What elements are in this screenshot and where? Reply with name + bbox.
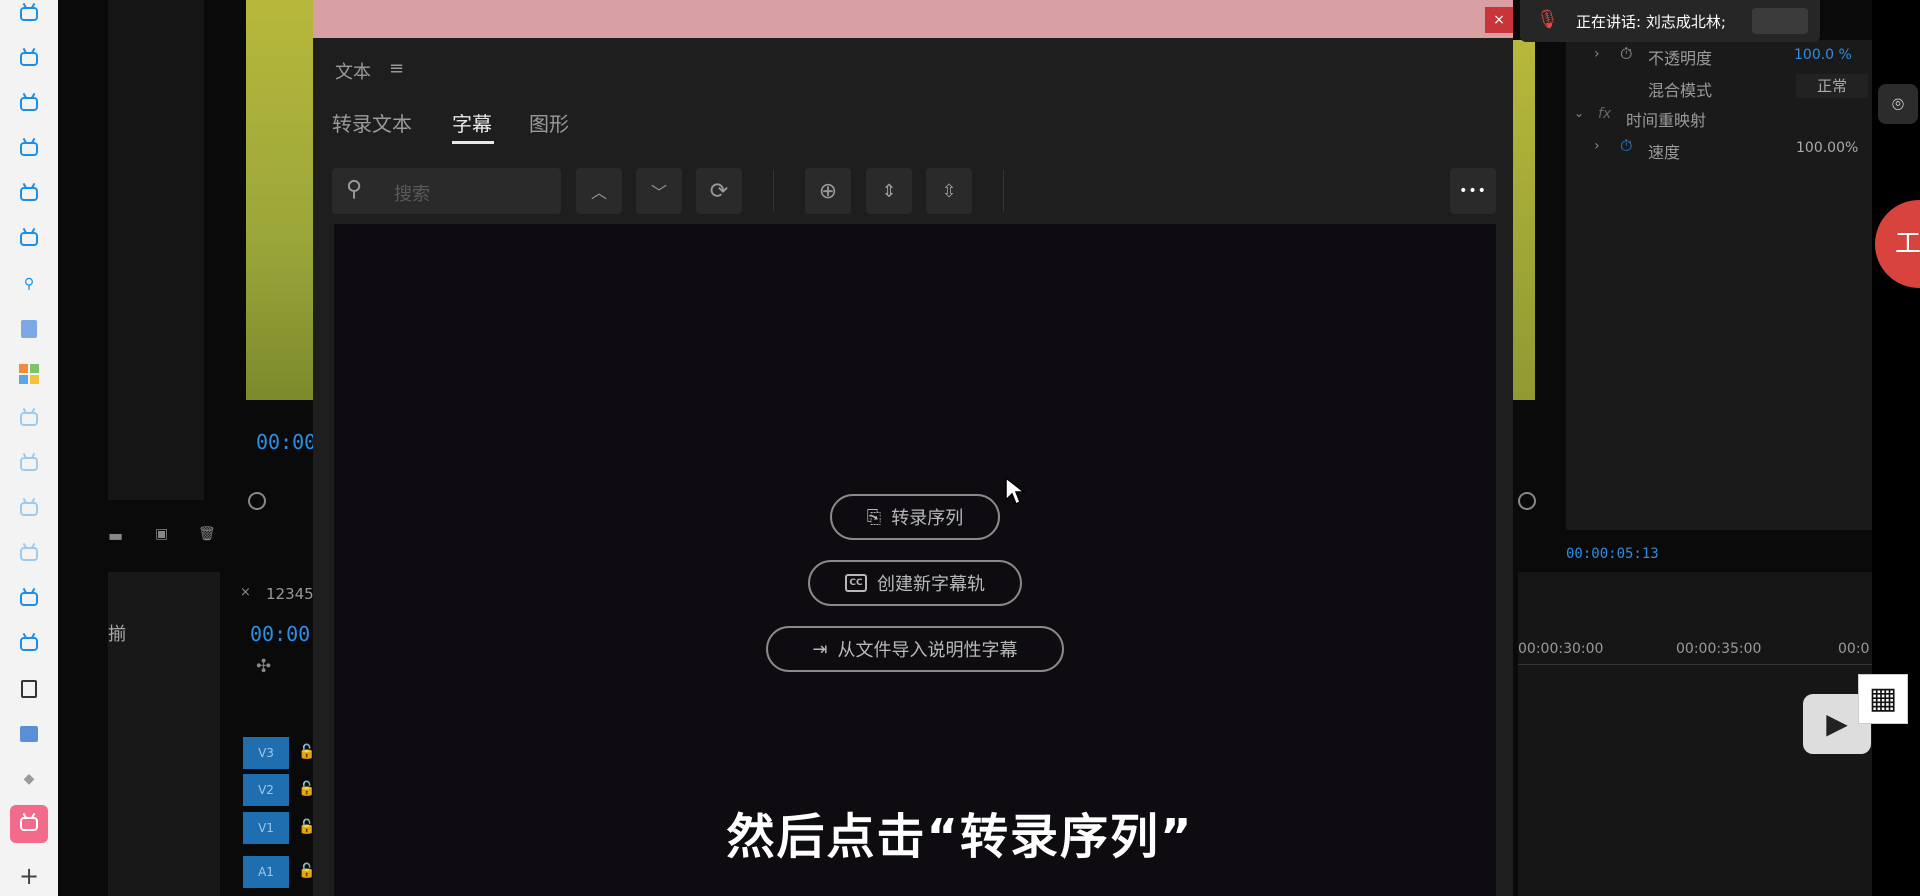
tab-transcript[interactable]: 转录文本 — [332, 108, 412, 137]
blend-mode-label: 混合模式 — [1648, 81, 1713, 100]
sequence-tab[interactable]: 12345 — [266, 585, 314, 603]
speaker-avatars — [1752, 8, 1808, 34]
calendar-icon[interactable] — [17, 722, 41, 746]
opacity-label: 不透明度 — [1648, 49, 1713, 68]
collapse-chevron-icon[interactable]: ⌄ — [1574, 106, 1584, 120]
transcribe-icon: ⎘ — [866, 506, 882, 528]
import-captions-button[interactable]: ⇥ 从文件导入说明性字幕 — [766, 626, 1064, 672]
search-box[interactable]: ⚲ 搜索 — [332, 168, 561, 214]
bilibili-icon[interactable] — [17, 452, 41, 476]
effect-controls-panel — [1566, 40, 1872, 530]
opacity-value[interactable]: 100.0 % — [1794, 47, 1852, 63]
merge-caption-button[interactable]: ⇳ — [926, 168, 972, 214]
snap-icon[interactable]: ✣ — [256, 656, 271, 677]
add-icon[interactable]: + — [17, 864, 41, 888]
speed-value[interactable]: 100.00% — [1796, 140, 1858, 156]
stopwatch-icon[interactable]: ⏱ — [1620, 136, 1632, 156]
speed-label: 速度 — [1648, 143, 1681, 162]
ruler-tick: 00:00:35:00 — [1676, 641, 1762, 657]
ruler-tick: 00:0 — [1838, 641, 1870, 657]
close-button[interactable]: × — [1485, 7, 1513, 33]
toolbar-divider — [1003, 170, 1004, 212]
speaking-notification: 🎙 正在讲话: 刘志成北林; — [1520, 0, 1820, 42]
expand-chevron-icon[interactable]: › — [1594, 138, 1600, 154]
search-placeholder: 搜索 — [394, 184, 430, 205]
panel-title: 文本 — [335, 62, 371, 83]
import-file-icon: ⇥ — [812, 638, 828, 660]
blend-mode-select[interactable]: 正常 — [1796, 74, 1868, 98]
add-caption-button[interactable]: ⊕ — [805, 168, 851, 214]
split-caption-button[interactable]: ⇕ — [866, 168, 912, 214]
bilibili-icon[interactable] — [17, 587, 41, 611]
project-toolbar-icons: ▬ — [108, 526, 124, 545]
bilibili-icon[interactable] — [17, 2, 41, 26]
excel-icon[interactable] — [17, 677, 41, 701]
panel-menu-icon[interactable]: ≡ — [389, 58, 404, 79]
closed-captions-icon: CC — [845, 574, 867, 592]
more-options-button[interactable]: ••• — [1450, 168, 1496, 214]
search-icon[interactable]: ⚲ — [17, 272, 41, 296]
playhead-handle-right[interactable] — [1518, 492, 1536, 510]
muted-mic-icon: 🎙 — [1536, 9, 1559, 30]
bilibili-icon[interactable] — [17, 92, 41, 116]
mouse-cursor-icon — [1004, 476, 1027, 510]
stopwatch-icon[interactable]: ⏱ — [1620, 44, 1632, 64]
timeline-label-fragment: 揃 — [108, 624, 126, 645]
bilibili-icon[interactable] — [17, 137, 41, 161]
time-remap-label: 时间重映射 — [1626, 111, 1707, 130]
bilibili-icon[interactable] — [17, 47, 41, 71]
bilibili-icon[interactable] — [17, 632, 41, 656]
video-subtitle: 然后点击“转录序列” — [726, 809, 1194, 865]
bilibili-icon[interactable] — [17, 542, 41, 566]
bilibili-icon[interactable] — [17, 407, 41, 431]
next-caption-button[interactable]: ﹀ — [636, 168, 682, 214]
app-dock: ⚲ ◆ + — [0, 0, 59, 896]
search-icon: ⚲ — [346, 177, 363, 202]
import-captions-label: 从文件导入说明性字幕 — [837, 640, 1018, 661]
diamond-icon[interactable]: ◆ — [17, 767, 41, 791]
new-item-icon[interactable]: ▣ — [155, 526, 168, 542]
bilibili-icon[interactable] — [17, 182, 41, 206]
video-preview-left — [246, 0, 313, 400]
program-timecode: 00:00 — [256, 430, 317, 454]
speaking-text: 正在讲话: 刘志成北林; — [1576, 13, 1726, 31]
track-v3[interactable]: V3 — [243, 737, 289, 769]
effect-timecode: 00:00:05:13 — [1566, 546, 1659, 562]
replace-icon[interactable]: ⟳ — [696, 168, 742, 214]
panel-titlebar — [313, 0, 1513, 38]
project-panel — [108, 0, 204, 500]
video-preview-right — [1513, 40, 1535, 400]
fx-icon: fx — [1598, 106, 1612, 122]
qr-code-icon[interactable]: ▦ — [1858, 674, 1908, 724]
trash-icon[interactable]: 🗑 — [198, 526, 216, 542]
previous-caption-button[interactable]: ︿ — [576, 168, 622, 214]
bilibili-icon[interactable] — [17, 227, 41, 251]
assistant-icon[interactable]: ⌾ — [1878, 84, 1918, 124]
expand-chevron-icon[interactable]: › — [1594, 46, 1600, 62]
bilibili-icon[interactable] — [17, 497, 41, 521]
create-caption-track-button[interactable]: CC 创建新字幕轨 — [808, 560, 1022, 606]
playhead-handle[interactable] — [248, 492, 266, 510]
ruler-tick: 00:00:30:00 — [1518, 641, 1604, 657]
transcribe-sequence-label: 转录序列 — [891, 508, 964, 529]
tab-graphics[interactable]: 图形 — [529, 108, 569, 137]
document-icon[interactable] — [17, 317, 41, 341]
timeline-timecode: 00:00 — [250, 622, 311, 646]
ruler-line — [1518, 664, 1872, 665]
tab-captions[interactable]: 字幕 — [452, 108, 492, 137]
apps-grid-icon[interactable] — [17, 362, 41, 386]
create-caption-track-label: 创建新字幕轨 — [877, 574, 985, 595]
sequence-close[interactable]: × — [240, 585, 251, 600]
active-tab-underline — [452, 141, 494, 144]
side-tool-badge[interactable]: 工 — [1875, 200, 1920, 288]
transcribe-sequence-button[interactable]: ⎘ 转录序列 — [830, 494, 1000, 540]
toolbar-divider — [773, 170, 774, 212]
